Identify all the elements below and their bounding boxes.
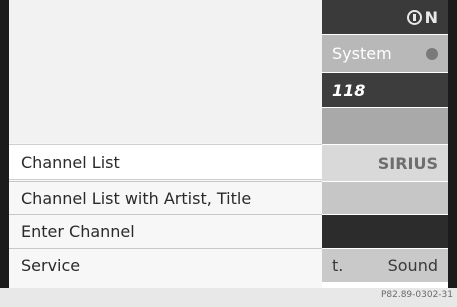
menu-item-label: Enter Channel xyxy=(21,222,135,241)
display-frame: N System 118 SIRIUS t. Sound Channel Lis… xyxy=(0,0,457,288)
channel-number: 118 xyxy=(332,80,366,100)
left-bezel xyxy=(0,0,9,288)
band-label: System xyxy=(332,44,392,63)
info-icon xyxy=(406,9,422,25)
menu-item-label: Channel List with Artist, Title xyxy=(21,188,252,208)
figure-reference: P82.89-0302-31 xyxy=(380,290,453,300)
right-bezel xyxy=(448,0,457,288)
sound-label: Sound xyxy=(387,256,438,275)
menu-item-channel-list[interactable]: Channel List xyxy=(9,144,322,180)
status-row-top: N xyxy=(322,0,448,34)
sirius-logo-icon: SIRIUS xyxy=(377,153,438,173)
menu-item-enter-channel[interactable]: Enter Channel xyxy=(9,215,322,248)
status-row-channel: 118 xyxy=(322,73,448,107)
menu-blank-area xyxy=(9,0,322,143)
status-row-dark xyxy=(322,215,448,248)
status-row-sound[interactable]: t. Sound xyxy=(322,249,448,282)
menu-item-channel-list-artist-title[interactable]: Channel List with Artist, Title xyxy=(9,182,322,214)
status-row-pattern xyxy=(322,182,448,214)
status-row-provider: SIRIUS xyxy=(322,145,448,181)
top-indicator: N xyxy=(424,7,438,27)
settings-dot-icon xyxy=(426,47,438,60)
menu-panel: Channel List Channel List with Artist, T… xyxy=(9,0,322,288)
status-row-blank xyxy=(322,108,448,144)
truncated-label: t. xyxy=(332,256,344,275)
status-panel: N System 118 SIRIUS t. Sound xyxy=(322,0,448,288)
menu-item-label: Service xyxy=(21,256,81,275)
menu-item-service[interactable]: Service xyxy=(9,249,322,282)
status-row-system[interactable]: System xyxy=(322,35,448,72)
menu-item-label: Channel List xyxy=(21,152,120,172)
